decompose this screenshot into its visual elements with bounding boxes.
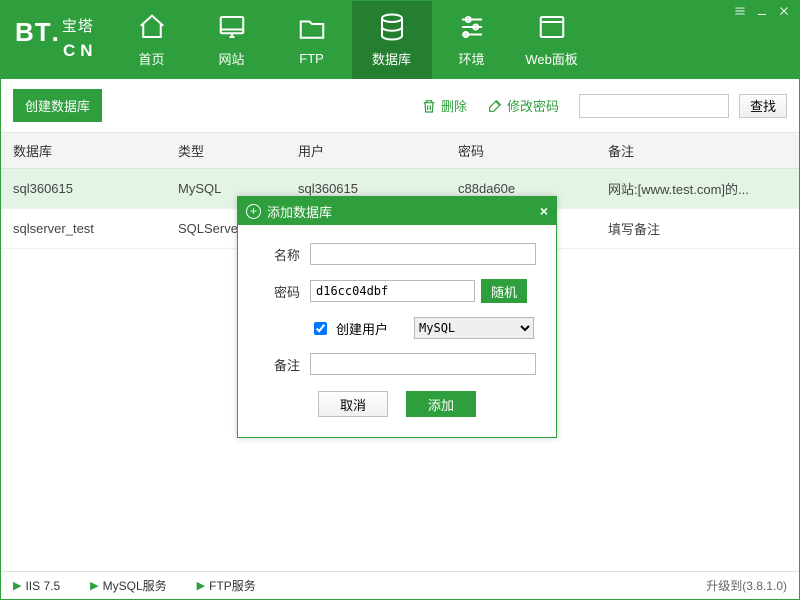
label-name: 名称 (258, 245, 300, 264)
status-label: IIS 7.5 (25, 579, 60, 593)
delete-action[interactable]: 删除 (421, 96, 467, 115)
change-password-label: 修改密码 (507, 96, 559, 115)
play-icon: ▶ (13, 579, 21, 592)
dialog-body: 名称 密码 随机 创建用户 MySQL 备注 取消 添加 (238, 225, 556, 437)
home-icon (137, 12, 167, 45)
nav-label: 数据库 (372, 49, 411, 68)
col-type[interactable]: 类型 (166, 133, 286, 169)
password-input[interactable] (310, 280, 475, 302)
logo-text-zh: 宝塔 (62, 18, 94, 35)
main-nav: 首页 网站 FTP 数据库 环境 Web面板 (112, 1, 592, 79)
status-version: 升级到(3.8.1.0) (706, 577, 787, 594)
app-header: BT.宝塔 CN 首页 网站 FTP 数据库 环境 (1, 1, 799, 79)
app-logo: BT.宝塔 CN (1, 1, 112, 79)
status-ftp[interactable]: ▶ FTP服务 (197, 577, 256, 594)
cancel-button[interactable]: 取消 (318, 391, 388, 417)
nav-label: Web面板 (525, 49, 578, 68)
name-input[interactable] (310, 243, 536, 265)
col-user[interactable]: 用户 (286, 133, 446, 169)
delete-label: 删除 (441, 96, 467, 115)
nav-ftp[interactable]: FTP (272, 1, 352, 79)
minimize-button[interactable] (751, 3, 773, 19)
create-db-button[interactable]: 创建数据库 (13, 89, 102, 122)
nav-label: 首页 (139, 49, 165, 68)
edit-icon (487, 98, 503, 114)
col-db[interactable]: 数据库 (1, 133, 166, 169)
status-iis[interactable]: ▶ IIS 7.5 (13, 579, 60, 593)
nav-label: 网站 (219, 49, 245, 68)
nav-website[interactable]: 网站 (192, 1, 272, 79)
db-type-select[interactable]: MySQL (414, 317, 534, 339)
trash-icon (421, 98, 437, 114)
logo-text-cn: CN (63, 41, 98, 61)
sliders-icon (457, 12, 487, 45)
label-password: 密码 (258, 282, 300, 301)
dialog-close-button[interactable]: × (540, 203, 548, 219)
play-icon: ▶ (197, 579, 205, 592)
label-remark: 备注 (258, 355, 300, 374)
cell-db: sql360615 (1, 169, 166, 209)
cell-remark[interactable]: 网站:[www.test.com]的... (596, 169, 799, 209)
toolbar: 创建数据库 删除 修改密码 查找 (1, 79, 799, 133)
add-db-dialog: + 添加数据库 × 名称 密码 随机 创建用户 MySQL 备注 取消 添加 (237, 196, 557, 438)
menu-button[interactable] (729, 3, 751, 19)
close-button[interactable] (773, 3, 795, 19)
dialog-titlebar[interactable]: + 添加数据库 × (238, 197, 556, 225)
col-remark[interactable]: 备注 (596, 133, 799, 169)
cell-remark[interactable]: 填写备注 (596, 209, 799, 249)
panel-icon (537, 12, 567, 45)
label-create-user: 创建用户 (336, 319, 388, 338)
folder-icon (297, 14, 327, 47)
database-icon (377, 12, 407, 45)
nav-home[interactable]: 首页 (112, 1, 192, 79)
status-bar: ▶ IIS 7.5 ▶ MySQL服务 ▶ FTP服务 升级到(3.8.1.0) (1, 571, 799, 599)
nav-webpanel[interactable]: Web面板 (512, 1, 592, 79)
dialog-title: 添加数据库 (267, 202, 332, 221)
search-button[interactable]: 查找 (739, 94, 787, 118)
col-pass[interactable]: 密码 (446, 133, 596, 169)
nav-database[interactable]: 数据库 (352, 1, 432, 79)
add-button[interactable]: 添加 (406, 391, 476, 417)
create-user-checkbox[interactable] (314, 322, 327, 335)
search-input[interactable] (579, 94, 729, 118)
status-label: MySQL服务 (103, 577, 167, 594)
monitor-icon (217, 12, 247, 45)
play-icon: ▶ (90, 579, 98, 592)
window-controls (729, 3, 795, 19)
status-label: FTP服务 (209, 577, 256, 594)
status-mysql[interactable]: ▶ MySQL服务 (90, 577, 166, 594)
plus-circle-icon: + (246, 204, 261, 219)
logo-text-bt: BT (15, 19, 52, 45)
random-button[interactable]: 随机 (481, 279, 527, 303)
nav-label: 环境 (459, 49, 485, 68)
nav-env[interactable]: 环境 (432, 1, 512, 79)
change-password-action[interactable]: 修改密码 (487, 96, 559, 115)
remark-input[interactable] (310, 353, 536, 375)
cell-db: sqlserver_test (1, 209, 166, 249)
nav-label: FTP (299, 51, 324, 66)
